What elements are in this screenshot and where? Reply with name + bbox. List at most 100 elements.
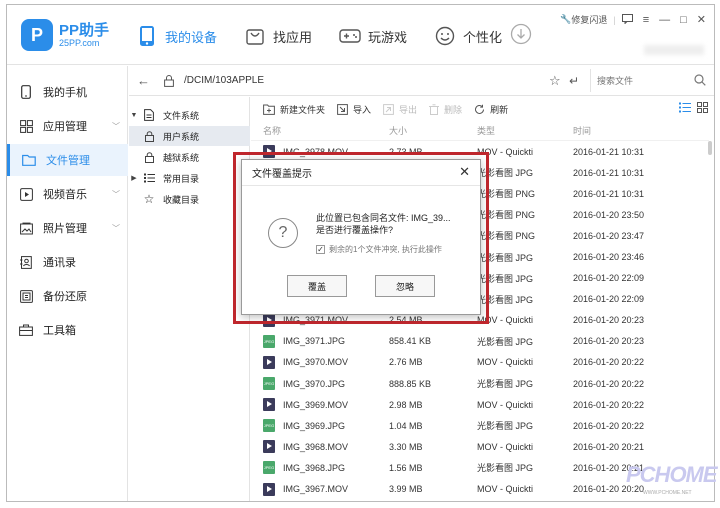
app-domain: 25PP.com xyxy=(59,38,100,48)
file-size: 1.56 MB xyxy=(389,462,423,473)
file-size: 2.98 MB xyxy=(389,399,423,410)
app-logo: P xyxy=(21,19,53,51)
file-time: 2016-01-20 20:21 xyxy=(573,441,645,452)
nav-find-app[interactable]: 找应用 xyxy=(243,21,312,51)
file-time: 2016-01-20 20:23 xyxy=(573,315,645,326)
sidebar-item-media[interactable]: 视频音乐 ﹀ xyxy=(7,178,128,210)
file-toolbar: 新建文件夹 导入 导出 删除 刷新 xyxy=(251,97,714,121)
tree-item-user-system[interactable]: 用户系统 xyxy=(129,126,250,146)
file-name-cell: IMG_3968.JPG xyxy=(251,461,389,475)
sidebar-item-file-manage[interactable]: 文件管理 xyxy=(7,144,128,176)
close-button[interactable]: ✕ xyxy=(697,13,706,26)
column-type[interactable]: 类型 xyxy=(477,124,555,137)
expand-arrow-icon[interactable]: ▼ xyxy=(129,112,139,119)
table-row[interactable]: IMG_3969.JPG 1.04 MB 光影看图 JPG 2016-01-20 20… xyxy=(251,415,709,436)
contacts-icon xyxy=(19,255,33,269)
list-icon xyxy=(143,172,155,184)
import-button[interactable]: 导入 xyxy=(337,103,371,116)
table-row[interactable]: IMG_3971.JPG 858.41 KB 光影看图 JPG 2016-01-20 … xyxy=(251,331,709,352)
refresh-button[interactable]: 刷新 xyxy=(474,103,508,116)
nav-label: 玩游戏 xyxy=(368,29,408,45)
left-sidebar: 我的手机 应用管理 ﹀ 文件管理 视频音乐 ﹀ 照片管理 ﹀ 通讯录 备份还原 xyxy=(7,66,128,501)
grid-view-icon[interactable] xyxy=(697,102,708,116)
file-time: 2016-01-20 20:22 xyxy=(573,399,645,410)
file-type: MOV - Quickti xyxy=(477,484,534,495)
maximize-button[interactable]: □ xyxy=(680,14,687,26)
file-time: 2016-01-20 20:22 xyxy=(573,420,645,431)
search-icon[interactable] xyxy=(694,74,706,89)
image-file-icon xyxy=(263,334,275,348)
phone-icon xyxy=(135,24,159,48)
column-size[interactable]: 大小 xyxy=(389,124,477,137)
tree-item-label: 常用目录 xyxy=(163,173,200,184)
menu-icon[interactable]: ≡ xyxy=(643,14,649,26)
expand-arrow-icon[interactable]: ▶ xyxy=(129,174,139,182)
nav-play-games[interactable]: 玩游戏 xyxy=(338,21,407,51)
image-file-icon xyxy=(263,461,275,475)
column-name[interactable]: 名称 xyxy=(251,124,389,137)
file-size: 2.76 MB xyxy=(389,357,423,368)
file-name: IMG_3970.JPG xyxy=(283,378,346,389)
chevron-down-icon: ﹀ xyxy=(112,223,120,233)
checkbox-icon[interactable]: ✓ xyxy=(316,245,325,254)
tree-item-common-dirs[interactable]: ▶ 常用目录 xyxy=(129,168,250,188)
sidebar-item-toolbox[interactable]: 工具箱 xyxy=(7,314,128,346)
folder-icon xyxy=(22,153,36,167)
delete-button[interactable]: 删除 xyxy=(429,103,462,116)
back-arrow-icon[interactable]: ← xyxy=(137,73,150,88)
file-type: 光影看图 JPG xyxy=(477,463,534,474)
close-icon[interactable]: ✕ xyxy=(459,164,470,180)
sidebar-item-label: 视频音乐 xyxy=(43,189,87,201)
tree-item-favorites[interactable]: ☆ 收藏目录 xyxy=(129,189,250,209)
export-button[interactable]: 导出 xyxy=(383,103,417,116)
tree-item-label: 收藏目录 xyxy=(163,194,200,205)
star-icon[interactable]: ☆ xyxy=(549,73,561,89)
nav-personalize[interactable]: 个性化 xyxy=(433,21,502,51)
top-header: P PP助手 25PP.com 我的设备 找应用 玩游戏 个性化 🔧 修复闪退 … xyxy=(7,5,714,65)
sidebar-item-photos[interactable]: 照片管理 ﹀ xyxy=(7,212,128,244)
nav-label: 个性化 xyxy=(463,29,503,45)
folder-tree: ▼ 文件系统 用户系统 越狱系统 ▶ 常用目录 ☆ 收藏目录 xyxy=(129,97,250,501)
tree-item-file-system[interactable]: ▼ 文件系统 xyxy=(129,105,250,125)
file-name: IMG_3969.JPG xyxy=(283,420,346,431)
column-time[interactable]: 时间 xyxy=(555,124,655,137)
photo-icon xyxy=(19,221,33,235)
sidebar-item-app-manage[interactable]: 应用管理 ﹀ xyxy=(7,110,128,142)
sidebar-item-label: 应用管理 xyxy=(43,121,87,133)
phone-icon xyxy=(19,85,33,99)
apply-all-checkbox[interactable]: ✓ 剩余的1个文件冲突, 执行此操作 xyxy=(316,244,442,255)
star-icon: ☆ xyxy=(143,192,155,206)
file-time: 2016-01-21 10:31 xyxy=(573,188,645,199)
file-name-cell: IMG_3969.JPG xyxy=(251,419,389,433)
scrollbar[interactable] xyxy=(708,141,712,155)
file-name-cell: IMG_3967.MOV xyxy=(251,482,389,496)
table-row[interactable]: IMG_3970.JPG 888.85 KB 光影看图 JPG 2016-01-20 … xyxy=(251,373,709,394)
overwrite-button[interactable]: 覆盖 xyxy=(287,275,347,297)
new-folder-icon xyxy=(263,104,275,115)
file-name: IMG_3969.MOV xyxy=(283,399,349,410)
list-view-icon[interactable] xyxy=(679,102,691,116)
nav-my-device[interactable]: 我的设备 xyxy=(135,21,217,51)
sidebar-item-label: 通讯录 xyxy=(43,257,76,269)
tree-item-jailbreak-system[interactable]: 越狱系统 xyxy=(129,147,250,167)
table-row[interactable]: IMG_3969.MOV 2.98 MB MOV - Quickti 2016-01-… xyxy=(251,394,709,415)
sidebar-item-backup[interactable]: 备份还原 xyxy=(7,280,128,312)
return-icon[interactable]: ↵ xyxy=(569,74,579,88)
search-input[interactable] xyxy=(597,69,687,92)
table-row[interactable]: IMG_3968.MOV 3.30 MB MOV - Quickti 2016-01-… xyxy=(251,436,709,457)
watermark-logo: PCHOME xyxy=(626,462,718,487)
file-time: 2016-01-20 23:47 xyxy=(573,230,645,241)
sidebar-item-contacts[interactable]: 通讯录 xyxy=(7,246,128,278)
import-icon xyxy=(337,103,348,115)
download-icon[interactable] xyxy=(510,23,532,48)
file-time: 2016-01-21 10:31 xyxy=(573,167,645,178)
sidebar-item-my-phone[interactable]: 我的手机 xyxy=(7,76,128,108)
new-folder-button[interactable]: 新建文件夹 xyxy=(263,103,325,116)
ignore-button[interactable]: 忽略 xyxy=(375,275,435,297)
table-row[interactable]: IMG_3970.MOV 2.76 MB MOV - Quickti 2016-01-… xyxy=(251,352,709,373)
repair-crash-link[interactable]: 修复闪退 xyxy=(571,13,607,26)
minimize-button[interactable]: — xyxy=(659,14,670,26)
tree-item-label: 文件系统 xyxy=(163,110,200,121)
feedback-icon[interactable] xyxy=(621,13,633,26)
lock-icon xyxy=(164,74,174,87)
